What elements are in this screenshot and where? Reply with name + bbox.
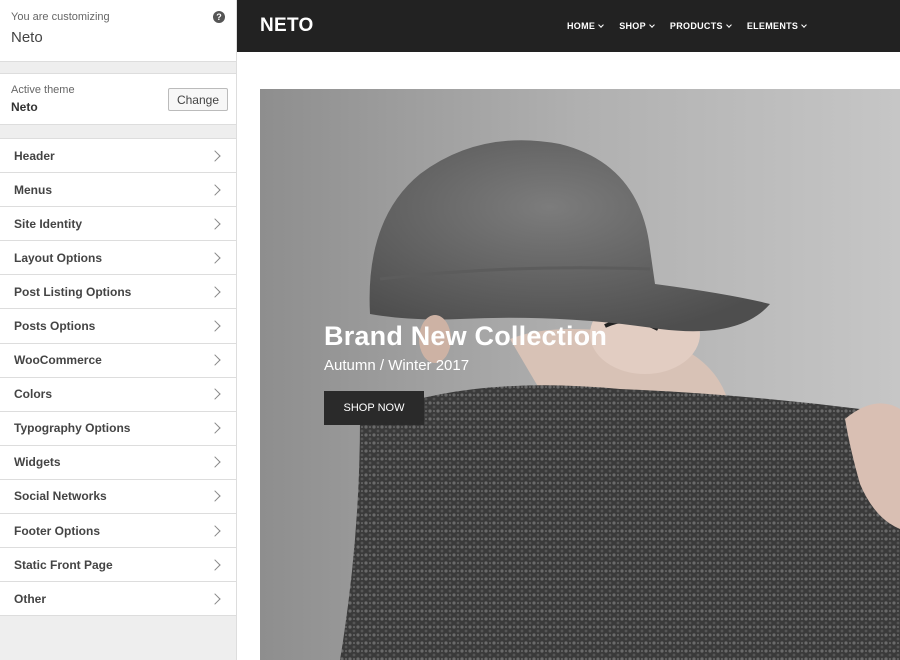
- chevron-right-icon: [209, 422, 221, 434]
- section-widgets[interactable]: Widgets: [0, 445, 236, 480]
- section-label: Menus: [14, 182, 53, 197]
- section-label: Static Front Page: [14, 557, 113, 572]
- hero-image: [260, 89, 900, 660]
- section-label: Typography Options: [14, 421, 131, 436]
- site-header: NETO HOME SHOP PRODUCTS ELEMENTS: [237, 0, 900, 52]
- section-label: Layout Options: [14, 250, 102, 265]
- active-theme-panel: Active theme Neto Change: [0, 73, 236, 125]
- nav-item-label: SHOP: [619, 21, 646, 31]
- section-posts-options[interactable]: Posts Options: [0, 309, 236, 344]
- hero-title: Brand New Collection: [324, 321, 608, 351]
- customizing-header: You are customizing Neto ?: [0, 0, 236, 62]
- nav-item-home[interactable]: HOME: [567, 21, 605, 31]
- chevron-down-icon: [725, 21, 732, 28]
- section-label: Widgets: [14, 455, 61, 470]
- nav-item-shop[interactable]: SHOP: [619, 21, 655, 31]
- section-label: Colors: [14, 387, 53, 402]
- main-nav: HOME SHOP PRODUCTS ELEMENTS: [567, 0, 822, 52]
- chevron-right-icon: [209, 490, 221, 503]
- help-icon[interactable]: ?: [213, 11, 225, 23]
- section-menus[interactable]: Menus: [0, 173, 236, 208]
- section-woocommerce[interactable]: WooCommerce: [0, 343, 236, 378]
- site-logo[interactable]: NETO: [260, 15, 314, 37]
- section-label: Post Listing Options: [14, 284, 132, 299]
- chevron-right-icon: [209, 149, 221, 162]
- section-colors[interactable]: Colors: [0, 377, 236, 412]
- nav-item-label: PRODUCTS: [669, 21, 723, 31]
- section-footer-options[interactable]: Footer Options: [0, 514, 236, 549]
- section-social-networks[interactable]: Social Networks: [0, 479, 236, 515]
- nav-item-label: HOME: [567, 21, 596, 31]
- section-label: Posts Options: [14, 319, 96, 334]
- chevron-right-icon: [209, 524, 221, 537]
- hero-banner: Brand New Collection Autumn / Winter 201…: [260, 89, 900, 660]
- chevron-right-icon: [209, 593, 221, 605]
- section-site-identity[interactable]: Site Identity: [0, 207, 236, 242]
- section-label: Social Networks: [14, 489, 107, 504]
- section-label: Footer Options: [14, 523, 100, 538]
- chevron-right-icon: [209, 320, 221, 332]
- chevron-right-icon: [209, 218, 221, 230]
- section-layout-options[interactable]: Layout Options: [0, 241, 236, 276]
- nav-item-products[interactable]: PRODUCTS: [669, 21, 732, 31]
- customizer-sidebar: You are customizing Neto ? Active theme …: [0, 0, 237, 660]
- nav-item-label: ELEMENTS: [746, 21, 799, 31]
- customizing-label: You are customizing: [11, 11, 110, 23]
- chevron-down-icon: [649, 21, 655, 28]
- section-label: Header: [14, 148, 55, 163]
- site-preview: NETO HOME SHOP PRODUCTS ELEMENTS Brand N…: [237, 0, 900, 660]
- section-label: Other: [14, 591, 47, 606]
- chevron-right-icon: [209, 388, 221, 400]
- section-header[interactable]: Header: [0, 139, 236, 174]
- section-label: Site Identity: [14, 216, 83, 231]
- nav-item-elements[interactable]: ELEMENTS: [746, 21, 808, 31]
- section-label: WooCommerce: [14, 353, 102, 368]
- section-other[interactable]: Other: [0, 582, 236, 617]
- hero-subtitle: Autumn / Winter 2017: [324, 357, 470, 374]
- chevron-right-icon: [209, 252, 221, 264]
- change-theme-button[interactable]: Change: [167, 88, 228, 111]
- section-typography-options[interactable]: Typography Options: [0, 411, 236, 446]
- chevron-down-icon: [598, 21, 605, 28]
- chevron-right-icon: [209, 183, 221, 196]
- customizing-site-name: Neto: [11, 29, 43, 46]
- chevron-down-icon: [801, 21, 808, 28]
- section-static-front-page[interactable]: Static Front Page: [0, 548, 236, 583]
- chevron-right-icon: [209, 286, 221, 298]
- customizer-sections: Header Menus Site Identity Layout Options Po…: [0, 138, 236, 617]
- section-post-listing-options[interactable]: Post Listing Options: [0, 275, 236, 310]
- shop-now-button[interactable]: SHOP NOW: [324, 391, 424, 425]
- chevron-right-icon: [209, 354, 221, 366]
- chevron-right-icon: [209, 456, 221, 469]
- chevron-right-icon: [209, 559, 221, 571]
